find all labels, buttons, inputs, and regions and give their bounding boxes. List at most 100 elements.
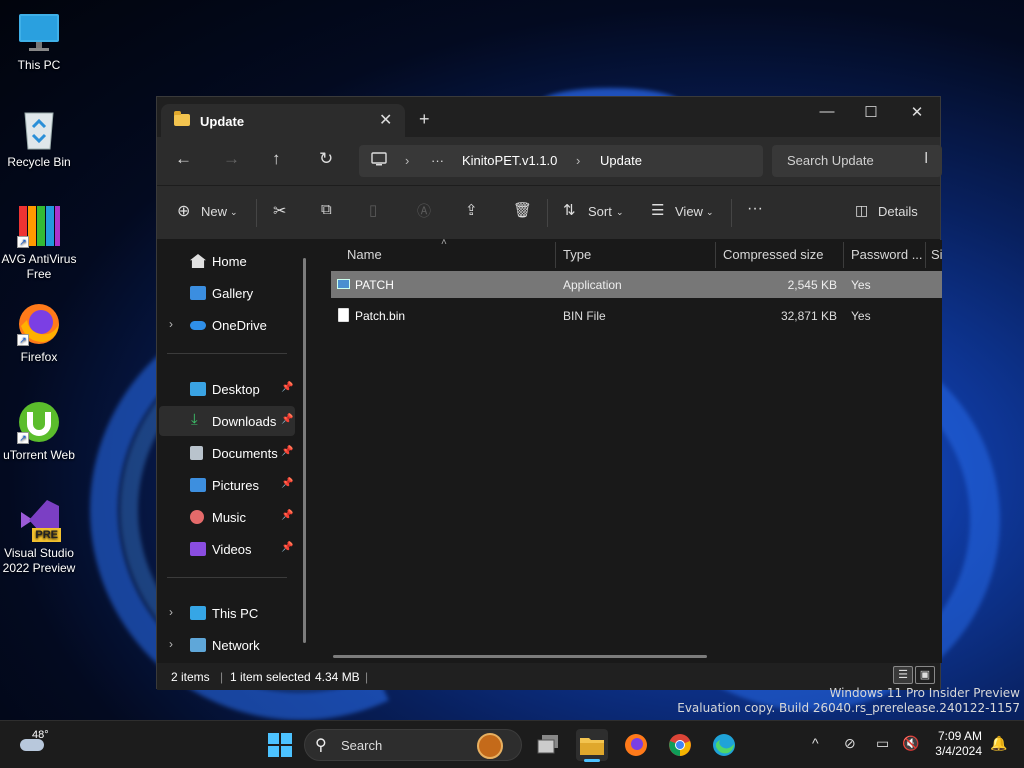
plus-circle-icon: ⊕ xyxy=(177,203,191,220)
network-icon xyxy=(190,638,206,652)
paste-icon[interactable]: ▯ xyxy=(369,201,377,219)
breadcrumb-kinitopet[interactable]: KinitoPET.v1.1.0 xyxy=(462,153,557,168)
details-button[interactable]: Details xyxy=(878,204,918,219)
volume-muted-icon[interactable]: 🔇 xyxy=(902,735,919,752)
file-explorer-taskbar-button[interactable] xyxy=(576,729,608,762)
horizontal-scrollbar[interactable] xyxy=(333,655,707,658)
column-separator[interactable] xyxy=(715,242,716,268)
up-button[interactable]: ↑ xyxy=(272,149,281,169)
see-more-button[interactable]: ··· xyxy=(747,200,763,218)
divider xyxy=(731,199,732,227)
shortcut-arrow-icon: ↗ xyxy=(17,236,29,248)
view-button[interactable]: View xyxy=(675,204,703,219)
chevron-right-icon[interactable]: › xyxy=(169,637,173,651)
tab-close-button[interactable]: ✕ xyxy=(379,110,392,130)
column-header-type[interactable]: Type xyxy=(557,240,715,270)
search-placeholder: Search Update xyxy=(787,153,874,168)
copy-icon[interactable]: ⧉ xyxy=(321,201,332,218)
monitor-icon xyxy=(190,606,206,620)
forward-button[interactable]: → xyxy=(223,149,240,169)
table-row[interactable]: Patch.bin BIN File 32,871 KB Yes xyxy=(331,302,942,329)
desktop-icon-this-pc[interactable]: This PC xyxy=(0,10,78,73)
utorrent-icon: ↗ xyxy=(17,400,61,444)
sidebar-item-downloads[interactable]: ⤓ Downloads 📌 xyxy=(159,406,295,436)
chrome-taskbar-button[interactable] xyxy=(664,729,696,761)
weather-widget[interactable]: 48° xyxy=(18,729,78,761)
notification-bell-icon[interactable]: 🔔 xyxy=(990,735,1007,752)
file-explorer-window: Update ✕ + — ☐ ✕ ← → ↑ ↻ › ··· KinitoPET… xyxy=(156,96,942,690)
delete-icon[interactable]: 🗑 xyxy=(513,201,532,219)
title-bar: Update ✕ + — ☐ ✕ xyxy=(157,97,940,137)
rename-icon[interactable]: Ⓐ xyxy=(417,201,431,221)
desktop-icon-utorrent[interactable]: ↗ uTorrent Web xyxy=(0,400,78,463)
chevron-up-icon[interactable]: ^ xyxy=(812,735,819,751)
network-offline-icon[interactable]: ⊘ xyxy=(844,735,856,752)
pre-badge: PRE xyxy=(32,528,61,542)
breadcrumb-update[interactable]: Update xyxy=(600,153,642,168)
column-separator[interactable] xyxy=(843,242,844,268)
sidebar-item-documents[interactable]: Documents 📌 xyxy=(159,438,295,468)
column-header-name[interactable]: Name ˄ xyxy=(341,237,555,270)
divider: | xyxy=(365,670,369,684)
search-input[interactable]: Search Update I xyxy=(772,145,942,177)
back-button[interactable]: ← xyxy=(175,149,192,169)
share-icon[interactable]: ⇪ xyxy=(465,201,478,219)
column-header-size[interactable]: Si xyxy=(925,240,942,270)
taskbar-search[interactable]: ⚲ Search xyxy=(304,729,522,761)
sidebar-scrollbar[interactable] xyxy=(303,258,306,643)
cut-icon[interactable]: ✂ xyxy=(273,201,286,221)
file-size: 32,871 KB xyxy=(780,309,837,323)
sidebar-item-music[interactable]: Music 📌 xyxy=(159,502,295,532)
maximize-button[interactable]: ☐ xyxy=(861,103,881,121)
column-header-password[interactable]: Password ... xyxy=(845,240,925,270)
file-name: PATCH xyxy=(355,278,394,292)
edge-taskbar-button[interactable] xyxy=(708,729,740,761)
address-bar[interactable]: › ··· KinitoPET.v1.1.0 › Update xyxy=(359,145,763,177)
clock[interactable]: 7:09 AM 3/4/2024 xyxy=(930,729,982,759)
sidebar-item-this-pc[interactable]: › This PC xyxy=(159,598,295,628)
sidebar-item-label: Pictures xyxy=(212,478,259,493)
view-icon: ☰ xyxy=(651,202,665,219)
large-icons-view-button[interactable]: ▣ xyxy=(915,666,935,684)
search-highlight-icon xyxy=(477,733,503,759)
desktop-icon-recycle-bin[interactable]: Recycle Bin xyxy=(0,107,78,170)
table-row[interactable]: PATCH Application 2,545 KB Yes xyxy=(331,271,942,298)
column-separator[interactable] xyxy=(555,242,556,268)
chevron-right-icon: › xyxy=(405,153,410,168)
refresh-button[interactable]: ↻ xyxy=(319,149,333,169)
divider xyxy=(167,577,287,578)
firefox-taskbar-button[interactable] xyxy=(620,729,652,761)
details-view-button[interactable]: ☰ xyxy=(893,666,913,684)
item-count: 2 items xyxy=(171,670,210,684)
navigation-pane: Home Gallery › OneDrive Desktop 📌 ⤓ Down… xyxy=(157,240,312,663)
new-button[interactable]: New xyxy=(201,204,227,219)
tab-update[interactable]: Update ✕ xyxy=(161,104,405,137)
documents-icon xyxy=(190,446,203,460)
minimize-button[interactable]: — xyxy=(817,103,837,120)
firefox-icon: ↗ xyxy=(17,302,61,346)
task-view-button[interactable] xyxy=(532,729,564,761)
close-button[interactable]: ✕ xyxy=(907,103,927,121)
chevron-right-icon[interactable]: › xyxy=(169,317,173,331)
new-tab-button[interactable]: + xyxy=(419,109,430,130)
watermark-build: Evaluation copy. Build 26040.rs_prerelea… xyxy=(677,701,1020,715)
start-button[interactable] xyxy=(264,729,296,761)
chevron-right-icon[interactable]: › xyxy=(169,605,173,619)
pin-icon: 📌 xyxy=(281,478,294,489)
sidebar-item-onedrive[interactable]: › OneDrive xyxy=(159,310,295,340)
sidebar-item-desktop[interactable]: Desktop 📌 xyxy=(159,374,295,404)
sidebar-item-videos[interactable]: Videos 📌 xyxy=(159,534,295,564)
desktop-icon-visual-studio[interactable]: PRE Visual Studio 2022 Preview xyxy=(0,498,78,576)
file-password: Yes xyxy=(851,309,871,323)
desktop-icon-avg[interactable]: ↗ AVG AntiVirus Free xyxy=(0,204,78,282)
desktop-icon-label: Firefox xyxy=(20,350,58,364)
desktop-icon-firefox[interactable]: ↗ Firefox xyxy=(0,302,78,365)
sidebar-item-pictures[interactable]: Pictures 📌 xyxy=(159,470,295,500)
sort-button[interactable]: Sort xyxy=(588,204,612,219)
monitor-icon[interactable]: ▭ xyxy=(876,735,889,752)
column-header-compressed-size[interactable]: Compressed size xyxy=(717,240,843,270)
sidebar-item-home[interactable]: Home xyxy=(159,246,295,276)
sidebar-item-network[interactable]: › Network xyxy=(159,630,295,660)
sidebar-item-gallery[interactable]: Gallery xyxy=(159,278,295,308)
address-more-button[interactable]: ··· xyxy=(431,153,444,168)
